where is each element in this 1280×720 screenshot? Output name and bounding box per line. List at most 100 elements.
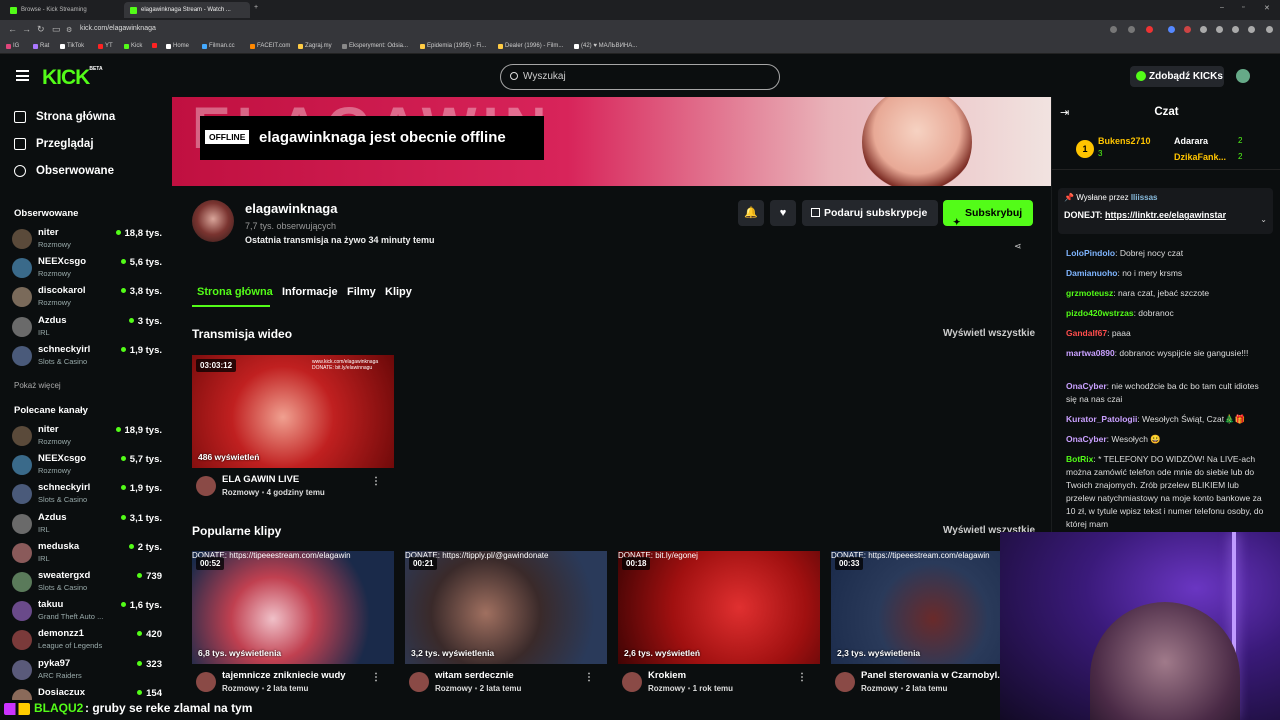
- extension-icon[interactable]: [1200, 26, 1207, 33]
- extension-icon[interactable]: [1168, 26, 1175, 33]
- chat-username[interactable]: OnaCyber: [1066, 381, 1107, 391]
- bookmark-item[interactable]: Epidemia (1995) - Fi...: [420, 43, 486, 49]
- get-kicks-button[interactable]: Zdobądź KICKs: [1130, 66, 1224, 87]
- bookmark-item[interactable]: YT: [98, 43, 113, 49]
- gifter-name[interactable]: Bukens2710: [1098, 136, 1151, 146]
- clip-thumbnail[interactable]: DONATE: https://tipeeestream.com/elagawi…: [831, 551, 1001, 664]
- sidebar-toggle-icon[interactable]: [1232, 26, 1239, 33]
- avatar[interactable]: [622, 672, 642, 692]
- show-more-link[interactable]: Pokaż więcej: [14, 381, 61, 390]
- channel-name[interactable]: elagawinknaga: [245, 201, 337, 216]
- more-options-icon[interactable]: ⋮: [797, 672, 807, 683]
- sidebar-channel[interactable]: NEEXcsgo Rozmowy 5,7 tys.: [12, 452, 162, 478]
- nav-following[interactable]: Obserwowane: [14, 165, 114, 177]
- avatar[interactable]: [196, 672, 216, 692]
- url-field[interactable]: kick.com/elagawinknaga: [80, 25, 156, 32]
- extensions-puzzle-icon[interactable]: [1216, 26, 1223, 33]
- sidebar-channel[interactable]: sweatergxd Slots & Casino 739: [12, 569, 162, 595]
- bookmark-item[interactable]: [152, 43, 159, 48]
- share-icon[interactable]: [1128, 26, 1135, 33]
- bookmark-item[interactable]: IG: [6, 43, 19, 49]
- bookmark-item[interactable]: TikTok: [60, 43, 84, 49]
- sidebar-channel[interactable]: niter Rozmowy 18,8 tys.: [12, 226, 162, 252]
- bookmark-item[interactable]: Dealer (1996) - Film...: [498, 43, 563, 49]
- more-options-icon[interactable]: ⋮: [371, 476, 381, 487]
- clip-title[interactable]: Krokiem: [648, 670, 686, 681]
- subscribe-button[interactable]: ✦ Subskrybuj: [943, 200, 1033, 227]
- gifter-name[interactable]: DzikaFank...: [1174, 152, 1226, 162]
- minimize-icon[interactable]: –: [1220, 4, 1224, 11]
- avatar[interactable]: [409, 672, 429, 692]
- extension-icon[interactable]: [1184, 26, 1191, 33]
- avatar[interactable]: [835, 672, 855, 692]
- chat-username[interactable]: Damianuoho: [1066, 268, 1117, 278]
- bookmark-item[interactable]: Rat: [33, 43, 49, 49]
- clip-title[interactable]: tajemnicze znikniecie wudy: [222, 670, 346, 681]
- hamburger-menu-icon[interactable]: [16, 70, 29, 81]
- notifications-button[interactable]: 🔔: [738, 200, 764, 226]
- tab-videos[interactable]: Filmy: [347, 286, 376, 298]
- chat-username[interactable]: BotRix: [1066, 454, 1093, 464]
- follow-button[interactable]: ♥: [770, 200, 796, 226]
- browser-tab-browse[interactable]: Browse - Kick Streaming: [4, 2, 122, 18]
- sidebar-channel[interactable]: schneckyirl Slots & Casino 1,9 tys.: [12, 343, 162, 369]
- chat-username[interactable]: Kurator_Patologii: [1066, 414, 1137, 424]
- browser-tab-stream[interactable]: elagawinknaga Stream - Watch ...: [124, 2, 250, 18]
- more-options-icon[interactable]: ⋮: [584, 672, 594, 683]
- sidebar-channel[interactable]: discokarol Rozmowy 3,8 tys.: [12, 284, 162, 310]
- chat-username[interactable]: Gandalf67: [1066, 328, 1107, 338]
- brave-shield-icon[interactable]: [1146, 26, 1153, 33]
- bookmark-page-icon[interactable]: ▭: [52, 24, 61, 35]
- clip-thumbnail[interactable]: DONATE: https://tipply.pl/@gawindonate 00…: [405, 551, 607, 664]
- user-avatar[interactable]: [1236, 69, 1250, 83]
- channel-avatar[interactable]: [192, 200, 234, 242]
- bookmark-item[interactable]: Kick: [124, 43, 142, 49]
- forward-icon[interactable]: →: [22, 24, 31, 34]
- sidebar-channel[interactable]: pyka97 ARC Raiders 323: [12, 657, 162, 683]
- sidebar-channel[interactable]: takuu Grand Theft Auto ... 1,6 tys.: [12, 598, 162, 624]
- sidebar-channel[interactable]: niter Rozmowy 18,9 tys.: [12, 423, 162, 449]
- new-tab-button[interactable]: +: [254, 4, 258, 11]
- bookmark-item[interactable]: Home: [166, 43, 189, 49]
- site-info-icon[interactable]: ⚙: [66, 26, 72, 34]
- back-icon[interactable]: ←: [8, 24, 17, 34]
- video-title[interactable]: ELA GAWIN LIVE: [222, 474, 299, 485]
- clip-title[interactable]: witam serdecznie: [435, 670, 514, 681]
- bookmark-item[interactable]: FACEIT.com: [250, 43, 290, 49]
- sidebar-channel[interactable]: Azdus IRL 3,1 tys.: [12, 511, 162, 537]
- video-thumbnail[interactable]: www.kick.com/elagawinknaga DONATE: bit.l…: [192, 355, 394, 468]
- chat-username[interactable]: martwa0890: [1066, 348, 1115, 358]
- share-icon[interactable]: ⋖: [1014, 241, 1022, 252]
- nav-home[interactable]: Strona główna: [14, 111, 115, 123]
- chevron-down-icon[interactable]: ⌄: [1260, 215, 1267, 224]
- chat-username[interactable]: OnaCyber: [1066, 434, 1107, 444]
- chat-username[interactable]: grzmoteusz: [1066, 288, 1113, 298]
- tab-about[interactable]: Informacje: [282, 286, 338, 298]
- bookmark-item[interactable]: (42) ♥ МАЛЬВИНА...: [574, 43, 637, 49]
- nav-browse[interactable]: Przeglądaj: [14, 138, 94, 150]
- gifter-name[interactable]: Adarara: [1174, 136, 1208, 146]
- edit-icon[interactable]: [1248, 26, 1255, 33]
- bookmark-item[interactable]: Eksperyment: Odsia...: [342, 43, 408, 49]
- pinned-message[interactable]: 📌 Wysłane przez lliissas DONEJT: https:/…: [1058, 188, 1273, 234]
- bookmark-item[interactable]: Filman.cc: [202, 43, 235, 49]
- close-window-icon[interactable]: ✕: [1264, 4, 1270, 12]
- search-input[interactable]: Wyszukaj: [500, 64, 780, 90]
- gift-subs-button[interactable]: Podaruj subskrypcje: [802, 200, 938, 226]
- kick-logo[interactable]: KICKBETA: [42, 66, 103, 90]
- avatar[interactable]: [196, 476, 216, 496]
- more-options-icon[interactable]: ⋮: [371, 672, 381, 683]
- videos-see-all-link[interactable]: Wyświetl wszystkie: [943, 328, 1035, 339]
- sidebar-channel[interactable]: meduska IRL 2 tys.: [12, 540, 162, 566]
- menu-icon[interactable]: [1266, 26, 1273, 33]
- tab-home[interactable]: Strona główna: [197, 286, 273, 298]
- sidebar-channel[interactable]: NEEXcsgo Rozmowy 5,6 tys.: [12, 255, 162, 281]
- chat-username[interactable]: pizdo420wstrzas: [1066, 308, 1134, 318]
- maximize-icon[interactable]: ▫: [1242, 4, 1244, 11]
- clip-thumbnail[interactable]: DONATE: https://tipeeestream.com/elagawi…: [192, 551, 394, 664]
- sidebar-channel[interactable]: Azdus IRL 3 tys.: [12, 314, 162, 340]
- zoom-icon[interactable]: [1110, 26, 1117, 33]
- tab-clips[interactable]: Klipy: [385, 286, 412, 298]
- clip-title[interactable]: Panel sterowania w Czarnobyl...: [861, 670, 1005, 681]
- bookmark-item[interactable]: Zagraj.my: [298, 43, 332, 49]
